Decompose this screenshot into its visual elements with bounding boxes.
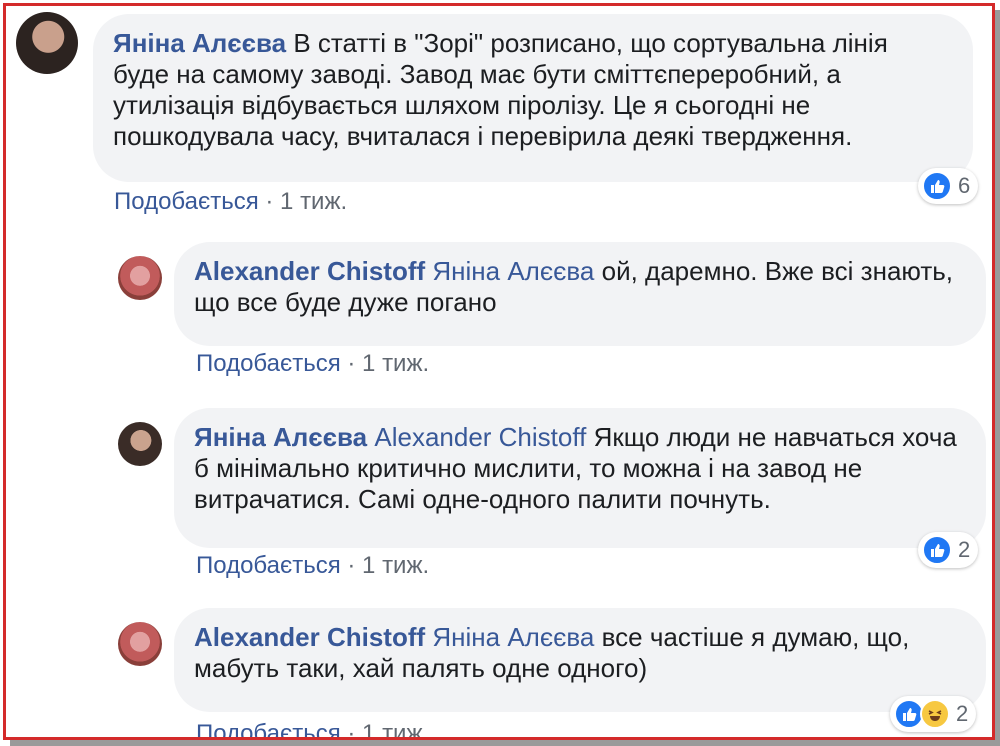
- like-link[interactable]: Подобається: [114, 188, 259, 215]
- comment-bubble: Alexander Chistoff Яніна Алєєва ой, даре…: [174, 242, 986, 346]
- avatar[interactable]: [118, 422, 162, 466]
- comment-mention[interactable]: Яніна Алєєва: [432, 622, 594, 652]
- like-icon: [922, 171, 952, 201]
- comment-bubble: Яніна Алєєва В статті в "Зорі" розписано…: [93, 14, 973, 182]
- avatar[interactable]: [118, 256, 162, 300]
- comment-timestamp[interactable]: 1 тиж.: [362, 350, 429, 377]
- frame-shadow-bottom: [10, 740, 1000, 746]
- comment-author[interactable]: Alexander Chistoff: [194, 622, 425, 652]
- comment-meta: Подобається · 1 тиж.: [114, 188, 347, 216]
- comment-timestamp[interactable]: 1 тиж.: [362, 552, 429, 579]
- meta-separator: ·: [347, 350, 356, 377]
- reactions-summary[interactable]: 2: [918, 532, 979, 568]
- screenshot-frame: Яніна Алєєва В статті в "Зорі" розписано…: [3, 3, 995, 740]
- reaction-count: 2: [958, 537, 971, 562]
- comment-author[interactable]: Яніна Алєєва: [194, 422, 367, 452]
- comment-author[interactable]: Alexander Chistoff: [194, 256, 425, 286]
- like-link[interactable]: Подобається: [196, 552, 341, 579]
- avatar[interactable]: [16, 12, 78, 74]
- comment-mention[interactable]: Alexander Chistoff: [374, 422, 586, 452]
- avatar[interactable]: [118, 622, 162, 666]
- comment-meta: Подобається · 1 тиж: [196, 720, 423, 740]
- reactions-summary[interactable]: 2: [890, 696, 977, 732]
- comment-bubble: Alexander Chistoff Яніна Алєєва все част…: [174, 608, 986, 712]
- like-link[interactable]: Подобається: [196, 720, 341, 737]
- comment-meta: Подобається · 1 тиж.: [196, 350, 429, 378]
- frame-shadow-right: [995, 10, 1000, 740]
- comment-bubble: Яніна Алєєва Alexander Chistoff Якщо люд…: [174, 408, 986, 548]
- reaction-count: 6: [958, 173, 971, 198]
- reactions-summary[interactable]: 6: [918, 168, 979, 204]
- like-link[interactable]: Подобається: [196, 350, 341, 377]
- meta-separator: ·: [347, 552, 356, 579]
- comment-mention[interactable]: Яніна Алєєва: [432, 256, 594, 286]
- haha-icon: [920, 699, 950, 729]
- comment-timestamp[interactable]: 1 тиж: [362, 720, 422, 737]
- comment-author[interactable]: Яніна Алєєва: [113, 28, 286, 58]
- comment-meta: Подобається · 1 тиж.: [196, 552, 429, 580]
- meta-separator: ·: [265, 188, 274, 215]
- meta-separator: ·: [347, 720, 356, 740]
- like-icon: [922, 535, 952, 565]
- reaction-count: 2: [956, 701, 969, 726]
- comment-timestamp[interactable]: 1 тиж.: [280, 188, 347, 215]
